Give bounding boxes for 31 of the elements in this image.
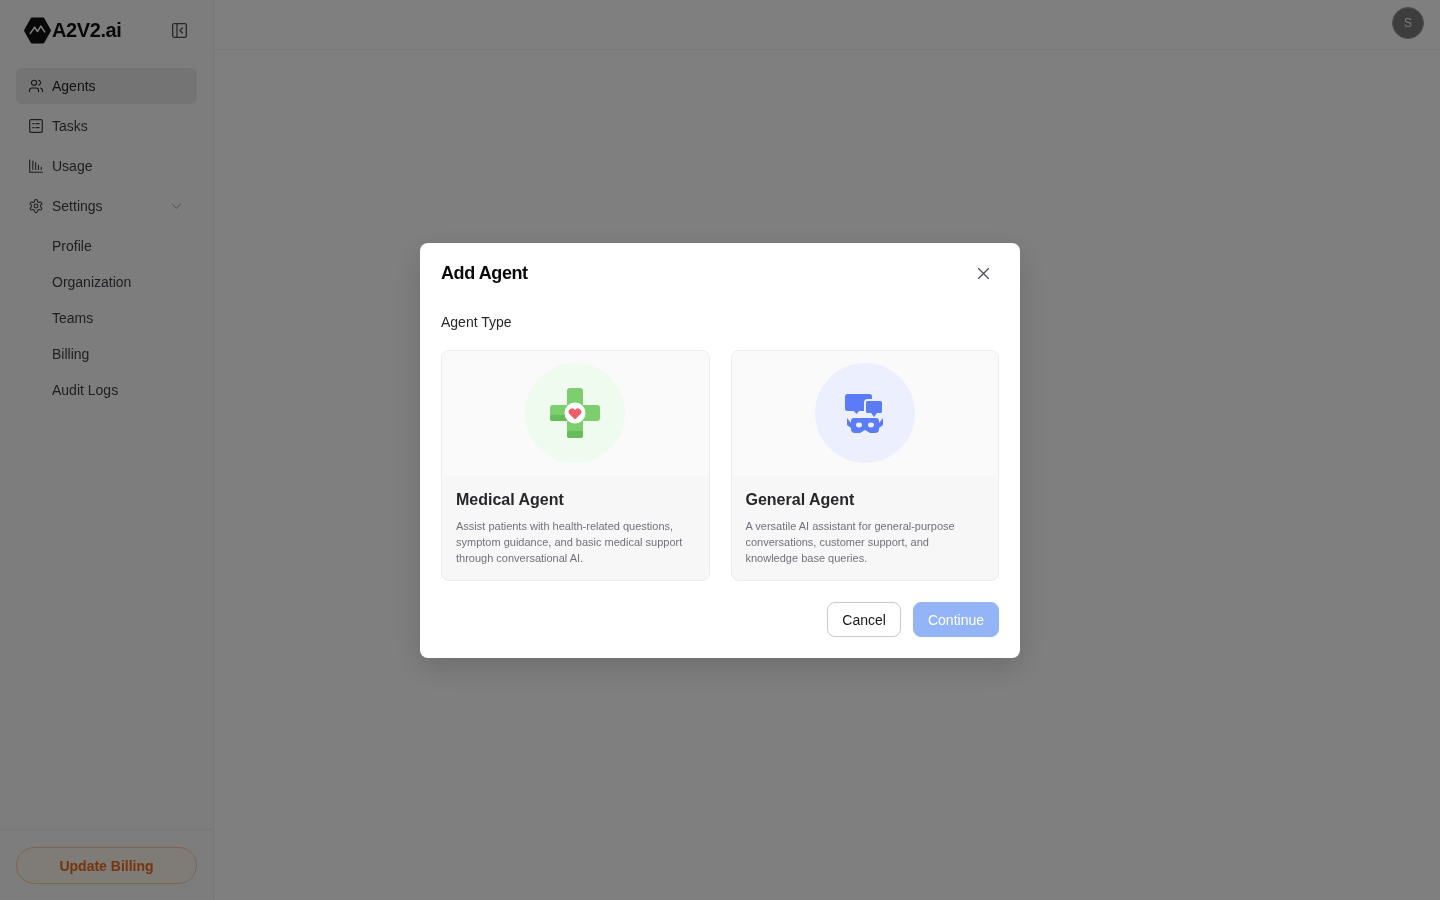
users-icon	[29, 79, 43, 93]
sidebar-toggle-button[interactable]	[172, 22, 187, 38]
bar-chart-icon	[29, 159, 43, 173]
close-icon	[978, 267, 989, 279]
section-label: Agent Type	[441, 313, 513, 331]
medical-cross-icon	[525, 363, 626, 463]
card-title: General Agent	[745, 490, 856, 510]
close-button[interactable]	[978, 267, 989, 279]
card-description: Assist patients with health-related questions, symptom guidance, and basic medical support through conversational AI.	[456, 519, 684, 566]
robot-chat-icon	[814, 363, 915, 463]
card-description: A versatile AI assistant for general-purpose conversations, customer support, and knowledge base queries.	[745, 519, 956, 566]
nav-subitem[interactable]: Profile	[16, 228, 197, 264]
nav-subitem[interactable]: Teams	[16, 300, 197, 336]
list-box-icon	[29, 119, 43, 133]
nav-item[interactable]: Tasks	[16, 108, 197, 144]
agent-type-card[interactable]: General Agent A versatile AI assistant for general-purpose conversations, customer support, and knowledge base queries.	[730, 350, 999, 581]
agent-type-card[interactable]: Medical Agent Assist patients with health-related questions, symptom guidance, and basic medical support through conversational AI.	[441, 350, 710, 581]
nav-subitem[interactable]: Organization	[16, 264, 197, 300]
cancel-button[interactable]: Cancel	[827, 602, 901, 637]
nav-item[interactable]: Agents	[16, 68, 197, 104]
logo-icon	[24, 16, 51, 44]
nav-item[interactable]: Settings	[16, 188, 197, 224]
nav-subitem[interactable]: Billing	[16, 336, 197, 372]
settings-icon	[29, 199, 43, 213]
nav-subitem[interactable]: Audit Logs	[16, 372, 197, 408]
dialog-title: Add Agent	[441, 262, 528, 284]
nav-item[interactable]: Usage	[16, 148, 197, 184]
update-billing-button[interactable]: Update Billing	[16, 847, 197, 884]
brand-name: A2V2.ai	[52, 18, 122, 42]
card-title: Medical Agent	[456, 490, 565, 510]
panel-collapse-icon	[172, 22, 187, 38]
